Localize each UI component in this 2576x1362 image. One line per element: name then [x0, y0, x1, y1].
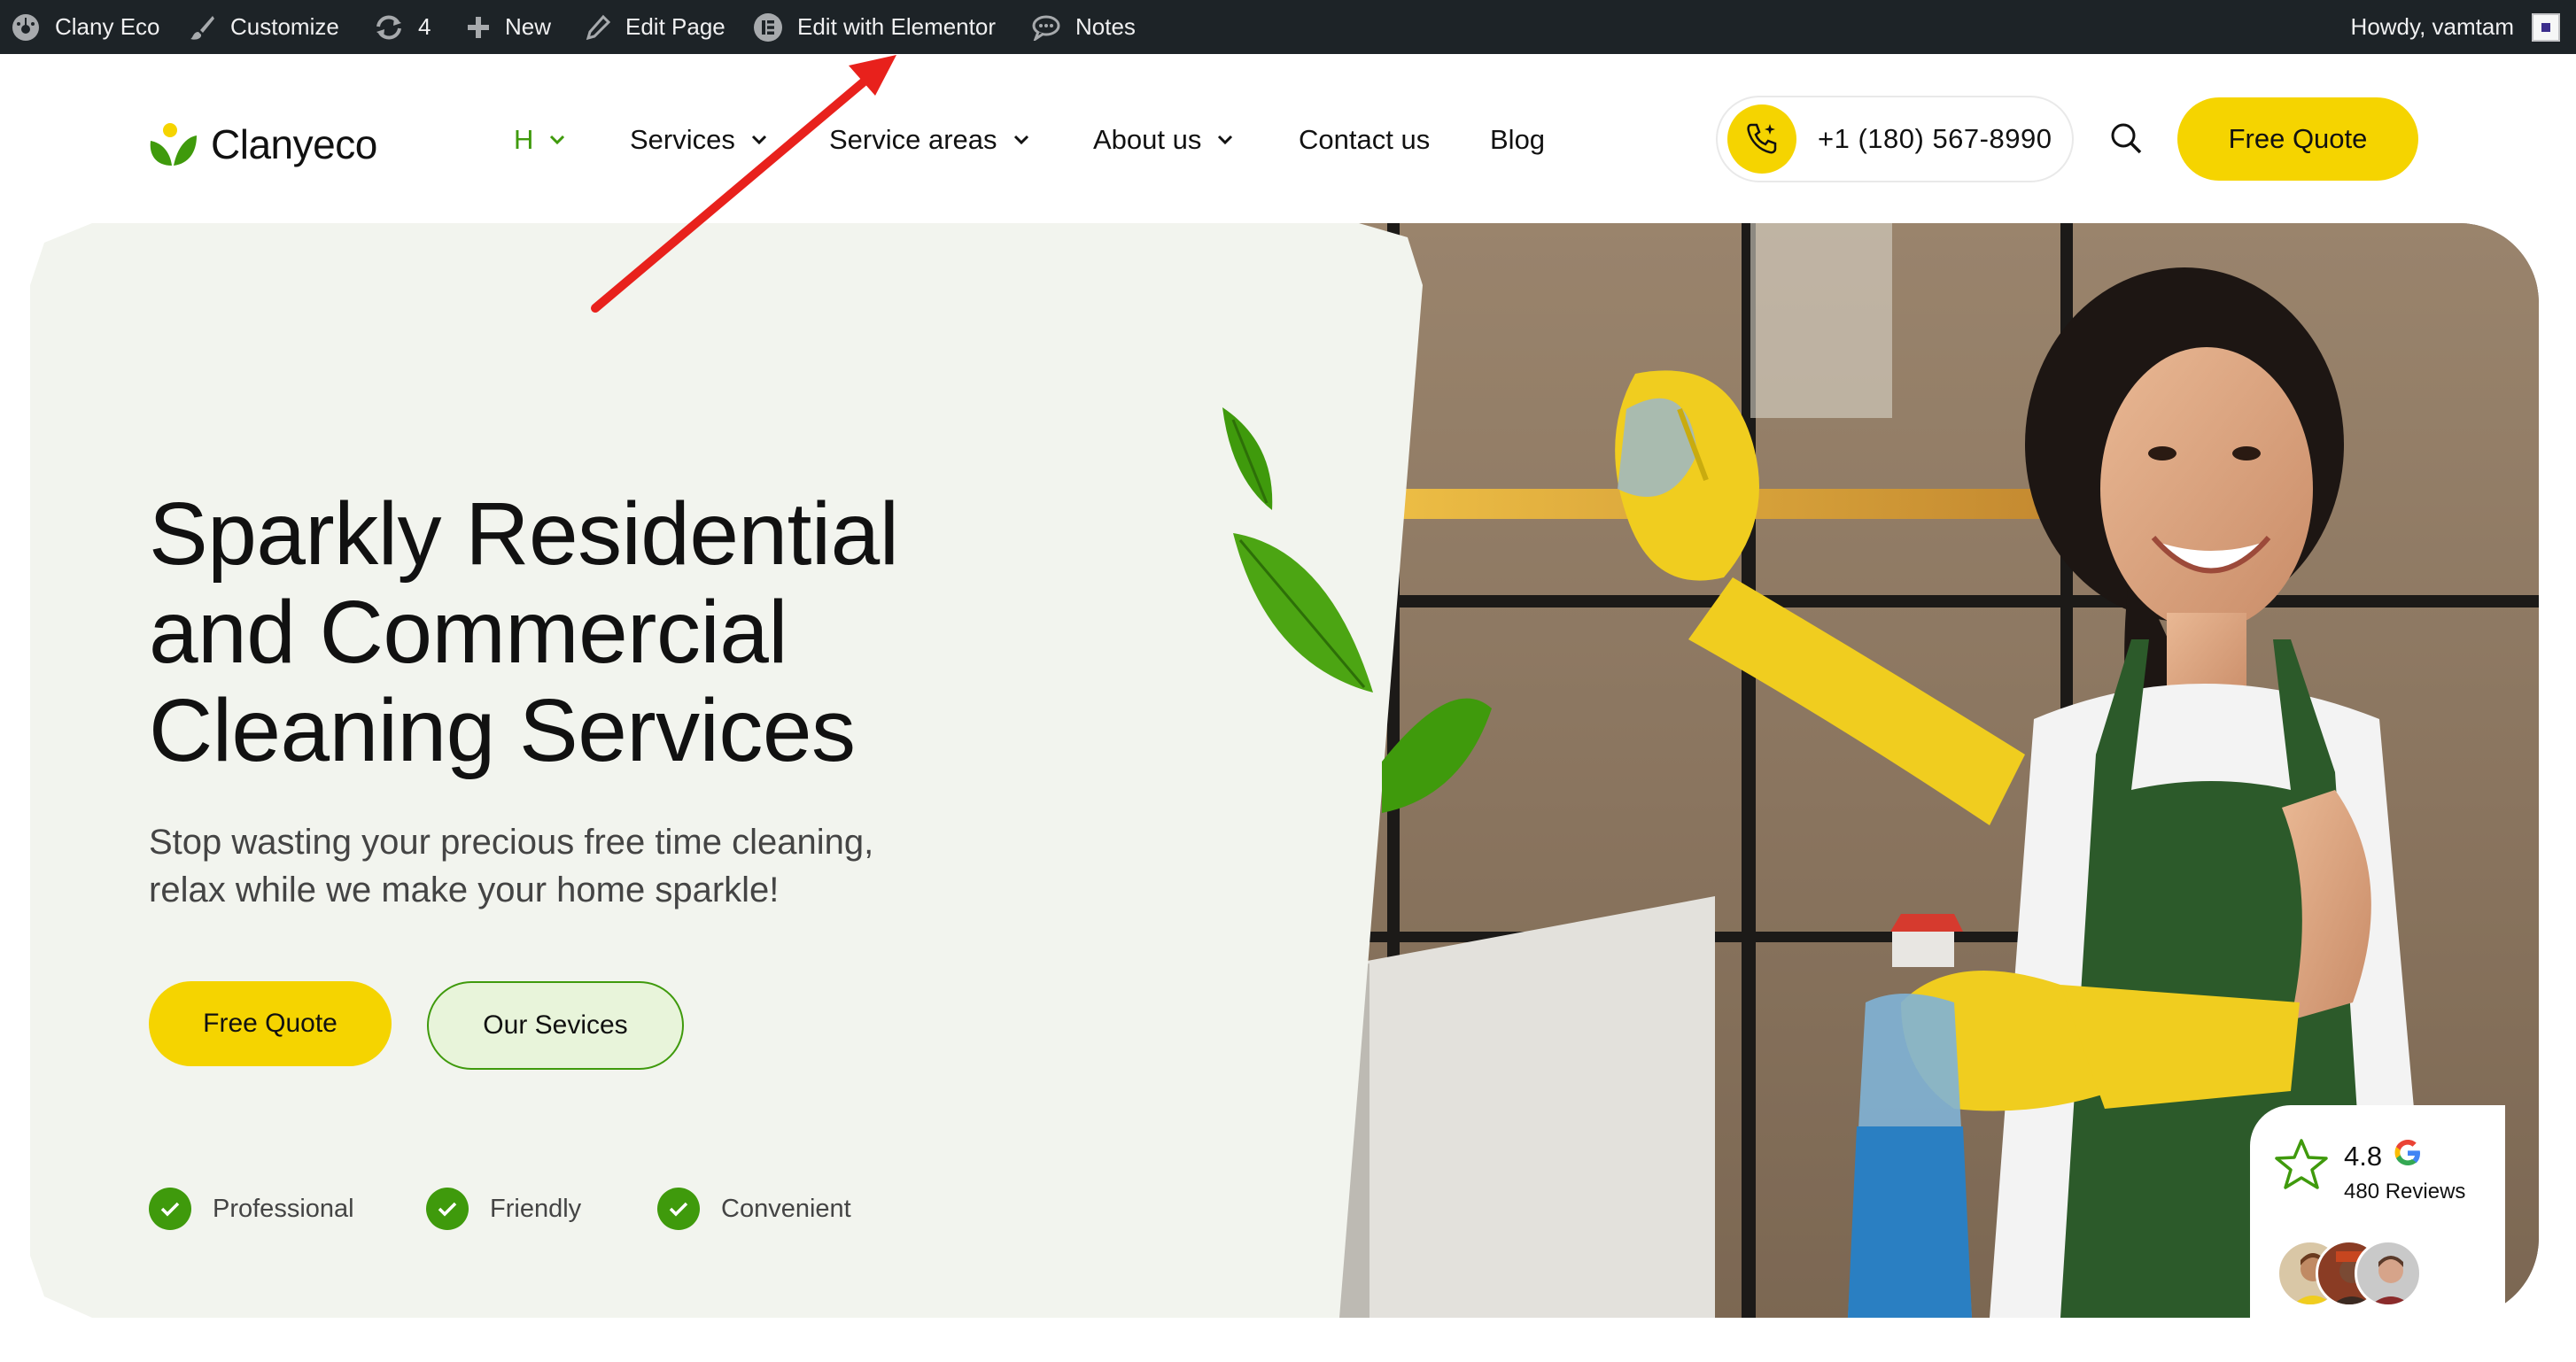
reviewer-avatars — [2277, 1240, 2436, 1307]
admin-updates-link[interactable]: 4 — [374, 0, 431, 54]
plus-icon — [466, 15, 491, 40]
leaf-logo-icon — [150, 123, 197, 166]
hero-title-line: Sparkly Residential — [149, 484, 899, 584]
reviews-count: 480 Reviews — [2344, 1180, 2466, 1203]
nav-item-home[interactable]: H — [514, 120, 565, 159]
dashboard-gauge-icon — [11, 12, 41, 43]
hero-subtitle: Stop wasting your precious free time cle… — [149, 818, 946, 914]
check-icon — [149, 1188, 191, 1230]
admin-new-link[interactable]: New — [466, 0, 551, 54]
admin-howdy-label: Howdy, vamtam — [2350, 13, 2514, 40]
nav-label: Service areas — [829, 124, 997, 155]
paintbrush-icon — [188, 13, 216, 42]
pencil-icon — [585, 14, 611, 41]
chevron-down-icon — [1217, 135, 1233, 145]
nav-item-blog[interactable]: Blog — [1490, 120, 1545, 159]
admin-site-name: Clany Eco — [55, 13, 160, 40]
admin-account-link[interactable]: Howdy, vamtam — [2351, 0, 2514, 54]
logo-text: Clanyeco — [211, 121, 377, 167]
phone-link[interactable]: +1 (180) 567-8990 — [1716, 96, 2074, 182]
nav-item-service-areas[interactable]: Service areas — [829, 120, 1029, 159]
header-free-quote-button[interactable]: Free Quote — [2177, 97, 2418, 181]
nav-label: Contact us — [1299, 124, 1431, 155]
admin-customize-link[interactable]: Customize — [188, 0, 339, 54]
chevron-down-icon — [751, 135, 767, 145]
nav-item-contact-us[interactable]: Contact us — [1299, 120, 1430, 159]
nav-label: Services — [630, 124, 735, 155]
nav-label: H — [514, 124, 534, 155]
admin-edit-elementor-label: Edit with Elementor — [797, 13, 996, 40]
hero-free-quote-button[interactable]: Free Quote — [149, 981, 392, 1066]
hero-subtitle-line: relax while we make your home sparkle! — [149, 871, 780, 909]
chevron-down-icon — [1013, 135, 1029, 145]
hero-title: Sparkly Residential and Commercial Clean… — [149, 484, 899, 780]
admin-new-label: New — [505, 13, 552, 40]
check-icon — [426, 1188, 469, 1230]
admin-edit-page-link[interactable]: Edit Page — [585, 0, 725, 54]
search-icon — [2111, 123, 2142, 154]
admin-customize-label: Customize — [230, 13, 339, 40]
feature-convenient: Convenient — [657, 1187, 851, 1231]
search-button[interactable] — [2107, 119, 2145, 158]
rating-card: 4.8 480 Reviews — [2250, 1105, 2505, 1318]
admin-edit-elementor-link[interactable]: Edit with Elementor — [753, 0, 996, 54]
our-services-button[interactable]: Our Sevices — [427, 981, 684, 1070]
nav-item-about-us[interactable]: About us — [1093, 120, 1233, 159]
rating-score: 4.8 — [2344, 1141, 2383, 1172]
feature-label: Convenient — [721, 1194, 851, 1223]
chevron-down-icon — [549, 135, 565, 145]
check-icon — [657, 1188, 700, 1230]
nav-label: Blog — [1490, 124, 1546, 155]
refresh-updates-icon — [374, 14, 404, 41]
site-logo[interactable]: Clanyeco — [147, 120, 377, 168]
speech-bubble-icon — [1031, 14, 1061, 41]
admin-avatar[interactable] — [2532, 13, 2560, 42]
hero-subtitle-line: Stop wasting your precious free time cle… — [149, 823, 874, 862]
hero-title-line: Cleaning Services — [149, 681, 856, 780]
elementor-icon — [753, 12, 783, 43]
phone-number: +1 (180) 567-8990 — [1818, 123, 2052, 154]
admin-notes-label: Notes — [1075, 13, 1136, 40]
feature-label: Friendly — [490, 1194, 582, 1223]
phone-icon — [1727, 104, 1796, 174]
star-icon — [2275, 1139, 2328, 1189]
feature-label: Professional — [213, 1194, 354, 1223]
admin-edit-page-label: Edit Page — [625, 13, 725, 40]
google-icon — [2394, 1140, 2420, 1165]
hero-title-line: and Commercial — [149, 583, 788, 682]
feature-professional: Professional — [149, 1187, 354, 1231]
wp-admin-bar: Clany Eco Customize 4 New Edit Page Edit… — [0, 0, 2576, 54]
nav-item-services[interactable]: Services — [630, 120, 767, 159]
admin-site-link[interactable]: Clany Eco — [11, 0, 160, 54]
feature-friendly: Friendly — [426, 1187, 581, 1231]
admin-updates-count: 4 — [418, 13, 431, 40]
admin-notes-link[interactable]: Notes — [1031, 0, 1136, 54]
nav-label: About us — [1093, 124, 1202, 155]
avatar — [2355, 1240, 2422, 1307]
